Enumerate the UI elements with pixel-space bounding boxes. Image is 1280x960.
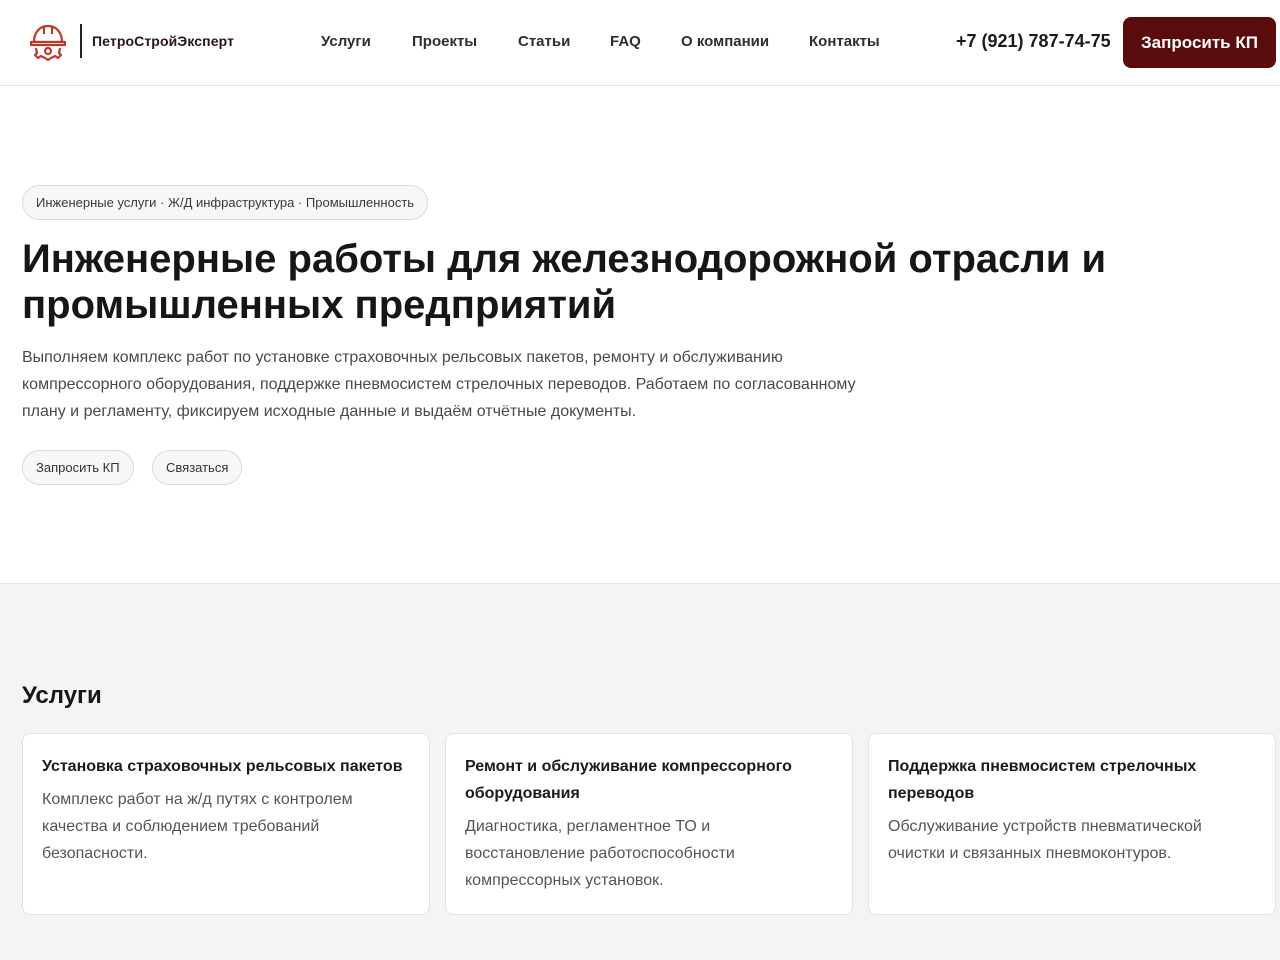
services-heading: Услуги bbox=[22, 682, 102, 709]
nav-link-faq[interactable]: FAQ bbox=[610, 33, 641, 50]
service-card-rail-packages[interactable]: Установка страховочных рельсовых пакетов… bbox=[22, 733, 430, 915]
service-card-compressors[interactable]: Ремонт и обслуживание компрессорного обо… bbox=[445, 733, 853, 915]
page-title: Инженерные работы для железнодорожной от… bbox=[22, 237, 1107, 327]
hero-tag: Инженерные услуги · Ж/Д инфраструктура ·… bbox=[22, 185, 429, 220]
service-card-title: Установка страховочных рельсовых пакетов bbox=[42, 758, 403, 775]
service-card-text: Обслуживание устройств пневматической оч… bbox=[888, 818, 1202, 862]
services-section: Услуги Установка страховочных рельсовых … bbox=[0, 583, 1280, 960]
nav-link-contacts[interactable]: Контакты bbox=[809, 33, 880, 50]
logo-divider bbox=[80, 24, 82, 58]
hero-contact-button[interactable]: Связаться bbox=[152, 450, 243, 485]
nav-link-projects[interactable]: Проекты bbox=[412, 33, 477, 50]
site-header: ПетроСтройЭксперт Услуги Проекты Статьи … bbox=[0, 0, 1280, 86]
hero-request-quote-button[interactable]: Запросить КП bbox=[22, 450, 134, 485]
logo[interactable]: ПетроСтройЭксперт bbox=[28, 20, 234, 62]
service-card-text: Диагностика, регламентное ТО и восстанов… bbox=[465, 818, 735, 889]
nav-link-services[interactable]: Услуги bbox=[321, 33, 371, 50]
request-quote-button[interactable]: Запросить КП bbox=[1123, 17, 1276, 68]
hero-section: Инженерные услуги · Ж/Д инфраструктура ·… bbox=[0, 86, 1280, 583]
nav-link-about[interactable]: О компании bbox=[681, 33, 769, 50]
hero-description: Выполняем комплекс работ по установке ст… bbox=[22, 349, 856, 420]
nav-link-articles[interactable]: Статьи bbox=[518, 33, 570, 50]
service-card-title: Ремонт и обслуживание компрессорного обо… bbox=[465, 758, 792, 802]
hardhat-gear-icon bbox=[29, 24, 67, 62]
logo-text: ПетроСтройЭксперт bbox=[92, 33, 235, 49]
phone-link[interactable]: +7 (921) 787-74-75 bbox=[956, 31, 1111, 52]
service-card-pneumatics[interactable]: Поддержка пневмосистем стрелочных перево… bbox=[868, 733, 1276, 915]
service-card-text: Комплекс работ на ж/д путях с контролем … bbox=[42, 791, 353, 862]
service-card-title: Поддержка пневмосистем стрелочных перево… bbox=[888, 758, 1197, 802]
